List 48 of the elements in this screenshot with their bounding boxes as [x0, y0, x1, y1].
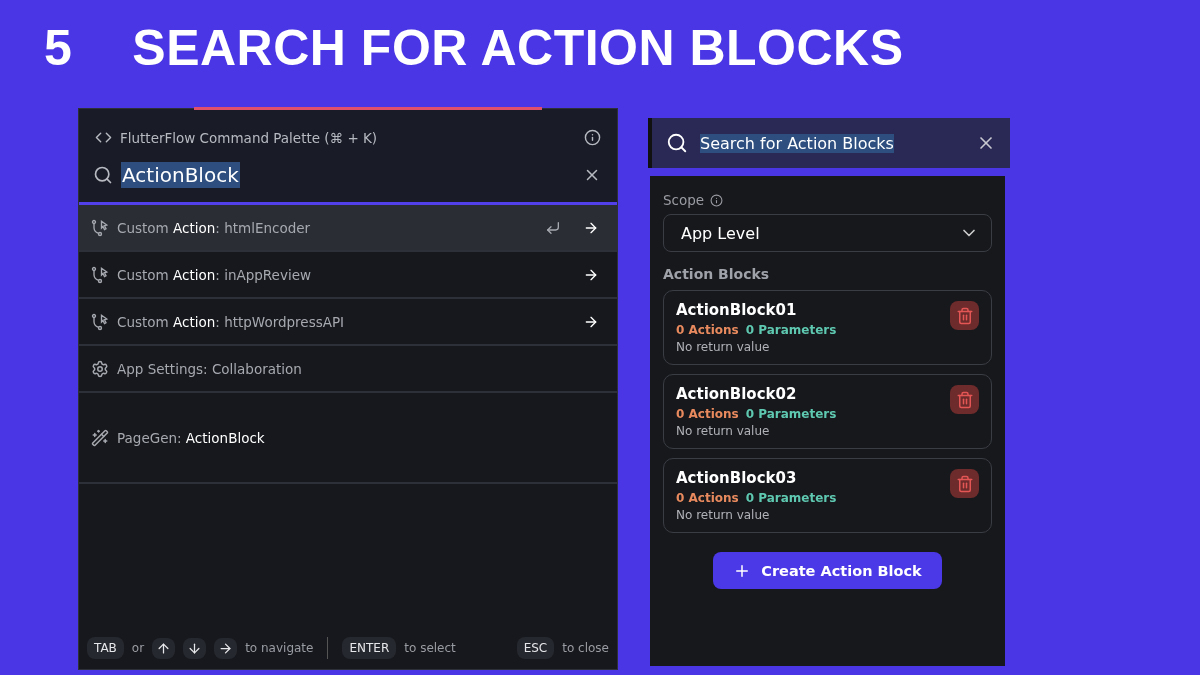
delete-button[interactable] [950, 469, 979, 498]
branch-cursor-icon [91, 312, 109, 331]
parameters-count: 0 Parameters [745, 407, 837, 421]
result-item[interactable]: Custom Action: htmlEncoder [79, 205, 617, 252]
action-block-card[interactable]: ActionBlock02 0 Actions 0 Parameters No return value [663, 374, 992, 449]
delete-button[interactable] [950, 301, 979, 330]
parameters-count: 0 Parameters [745, 491, 837, 505]
slide-title: SEARCH FOR ACTION BLOCKS [132, 19, 904, 77]
hint-text: to close [562, 641, 609, 655]
branch-cursor-icon [91, 218, 109, 237]
actions-count: 0 Actions [676, 491, 739, 505]
palette-title: FlutterFlow Command Palette (⌘ + K) [120, 129, 379, 146]
search-field[interactable]: ActionBlock [121, 162, 240, 188]
return-value-text: No return value [676, 340, 771, 354]
block-name: ActionBlock03 [676, 469, 798, 487]
trash-icon [955, 474, 974, 493]
info-icon[interactable] [710, 193, 724, 207]
actions-count: 0 Actions [676, 407, 739, 421]
step-number: 5 [44, 19, 73, 77]
wand-sparkles-icon [91, 428, 109, 447]
delete-button[interactable] [950, 385, 979, 414]
settings-icon [91, 359, 109, 378]
parameters-count: 0 Parameters [745, 323, 837, 337]
search-icon [666, 132, 688, 154]
key-hint: ESC [516, 637, 555, 659]
branch-cursor-icon [91, 265, 109, 284]
action-block-card[interactable]: ActionBlock01 0 Actions 0 Parameters No return value [663, 290, 992, 365]
enter-icon [545, 219, 561, 236]
key-hint: ENTER [342, 637, 397, 659]
scope-label: Scope [663, 192, 705, 208]
block-name: ActionBlock02 [676, 385, 798, 403]
trash-icon [955, 306, 974, 325]
trash-icon [955, 390, 974, 409]
block-name: ActionBlock01 [676, 301, 798, 319]
hint-text: or [131, 641, 145, 655]
info-icon[interactable] [584, 129, 601, 146]
create-button[interactable]: Create Action Block [713, 552, 942, 589]
search-icon [93, 165, 113, 185]
actions-count: 0 Actions [676, 323, 739, 337]
section-heading: Action Blocks [663, 266, 771, 282]
action-block-card[interactable]: ActionBlock03 0 Actions 0 Parameters No return value [663, 458, 992, 533]
hint-text: to select [404, 641, 456, 655]
scope-dropdown[interactable]: App Level [663, 214, 992, 252]
return-value-text: No return value [676, 508, 771, 522]
search-field[interactable]: Search for Action Blocks [648, 118, 1010, 168]
hint-text: to navigate [245, 641, 314, 655]
return-value-text: No return value [676, 424, 771, 438]
key-hint: TAB [87, 637, 124, 659]
